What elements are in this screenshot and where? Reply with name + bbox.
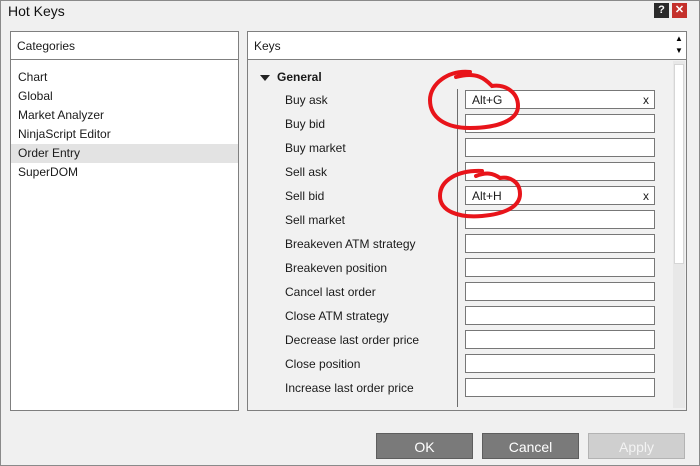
categories-header: Categories [11, 32, 238, 60]
hotkey-input[interactable] [465, 114, 655, 133]
hotkey-action-label: Buy bid [285, 117, 326, 131]
category-item-order-entry[interactable]: Order Entry [11, 144, 238, 163]
hotkey-action-label: Buy ask [285, 93, 328, 107]
hotkey-action-label: Close ATM strategy [285, 309, 389, 323]
hotkey-action-label: Increase last order price [285, 381, 414, 395]
hotkey-action-label: Close position [285, 357, 361, 371]
hotkey-action-label: Breakeven ATM strategy [285, 237, 416, 251]
keys-header-label: Keys [254, 39, 281, 53]
help-button[interactable]: ? [654, 3, 669, 18]
window-title: Hot Keys [8, 3, 65, 19]
scroll-down-icon[interactable]: ▼ [674, 45, 684, 57]
keys-panel: Keys ▲ ▼ General Buy ask Alt+G x Buy bid Buy… [247, 31, 687, 411]
hotkey-row: Breakeven ATM strategy [248, 232, 672, 256]
hotkey-input[interactable]: Alt+H x [465, 186, 655, 205]
categories-header-label: Categories [17, 39, 76, 53]
hotkey-input[interactable] [465, 210, 655, 229]
ok-button[interactable]: OK [376, 433, 473, 459]
keys-header: Keys ▲ ▼ [248, 32, 686, 60]
hotkey-input[interactable] [465, 258, 655, 277]
hotkey-row: Close ATM strategy [248, 304, 672, 328]
hotkey-value: Alt+H [472, 189, 502, 203]
hotkey-input[interactable] [465, 234, 655, 253]
cancel-button[interactable]: Cancel [482, 433, 579, 459]
hotkey-action-label: Sell bid [285, 189, 325, 203]
hotkey-row: Buy bid [248, 112, 672, 136]
hotkey-input[interactable] [465, 162, 655, 181]
hotkey-input[interactable] [465, 306, 655, 325]
scrollbar-thumb[interactable] [674, 64, 684, 264]
hotkey-action-label: Cancel last order [285, 285, 376, 299]
categories-panel: Categories Chart Global Market Analyzer Nin… [10, 31, 239, 411]
hotkey-row: Buy market [248, 136, 672, 160]
hotkey-row: Breakeven position [248, 256, 672, 280]
hotkey-input[interactable] [465, 378, 655, 397]
hotkey-row: Cancel last order [248, 280, 672, 304]
hotkey-action-label: Sell market [285, 213, 346, 227]
hotkey-input[interactable] [465, 282, 655, 301]
hotkey-action-label: Buy market [285, 141, 346, 155]
group-general[interactable]: General [260, 70, 322, 86]
hotkey-row: Sell ask [248, 160, 672, 184]
hotkey-row: Close position [248, 352, 672, 376]
header-scroll-buttons[interactable]: ▲ ▼ [674, 33, 684, 57]
category-item-ninjascript-editor[interactable]: NinjaScript Editor [11, 125, 238, 144]
hotkey-value: Alt+G [472, 93, 503, 107]
hotkey-action-label: Breakeven position [285, 261, 388, 275]
hotkey-row: Buy ask Alt+G x [248, 88, 672, 112]
categories-list: Chart Global Market Analyzer NinjaScript Ed… [11, 68, 238, 182]
apply-button[interactable]: Apply [588, 433, 685, 459]
hotkey-action-label: Sell ask [285, 165, 328, 179]
hotkey-row: Decrease last order price [248, 328, 672, 352]
hotkey-row: Sell market [248, 208, 672, 232]
category-item-chart[interactable]: Chart [11, 68, 238, 87]
hotkey-row: Sell bid Alt+H x [248, 184, 672, 208]
scroll-up-icon[interactable]: ▲ [674, 33, 684, 45]
hotkey-input[interactable] [465, 138, 655, 157]
hot-keys-window: Hot Keys ? ✕ Categories Chart Global Marke… [0, 0, 700, 466]
vertical-scrollbar[interactable] [673, 61, 685, 408]
collapse-triangle-icon[interactable] [260, 74, 270, 81]
hotkey-rows: Buy ask Alt+G x Buy bid Buy market Sell ask Se… [248, 88, 672, 400]
hotkey-input[interactable]: Alt+G x [465, 90, 655, 109]
category-item-global[interactable]: Global [11, 87, 238, 106]
hotkey-input[interactable] [465, 354, 655, 373]
group-general-label: General [277, 70, 322, 84]
clear-hotkey-button[interactable]: x [643, 189, 649, 203]
hotkey-input[interactable] [465, 330, 655, 349]
hotkey-row: Increase last order price [248, 376, 672, 400]
category-item-market-analyzer[interactable]: Market Analyzer [11, 106, 238, 125]
clear-hotkey-button[interactable]: x [643, 93, 649, 107]
close-button[interactable]: ✕ [672, 3, 687, 18]
category-item-superdom[interactable]: SuperDOM [11, 163, 238, 182]
hotkey-action-label: Decrease last order price [285, 333, 420, 347]
title-bar: Hot Keys ? ✕ [1, 1, 699, 21]
